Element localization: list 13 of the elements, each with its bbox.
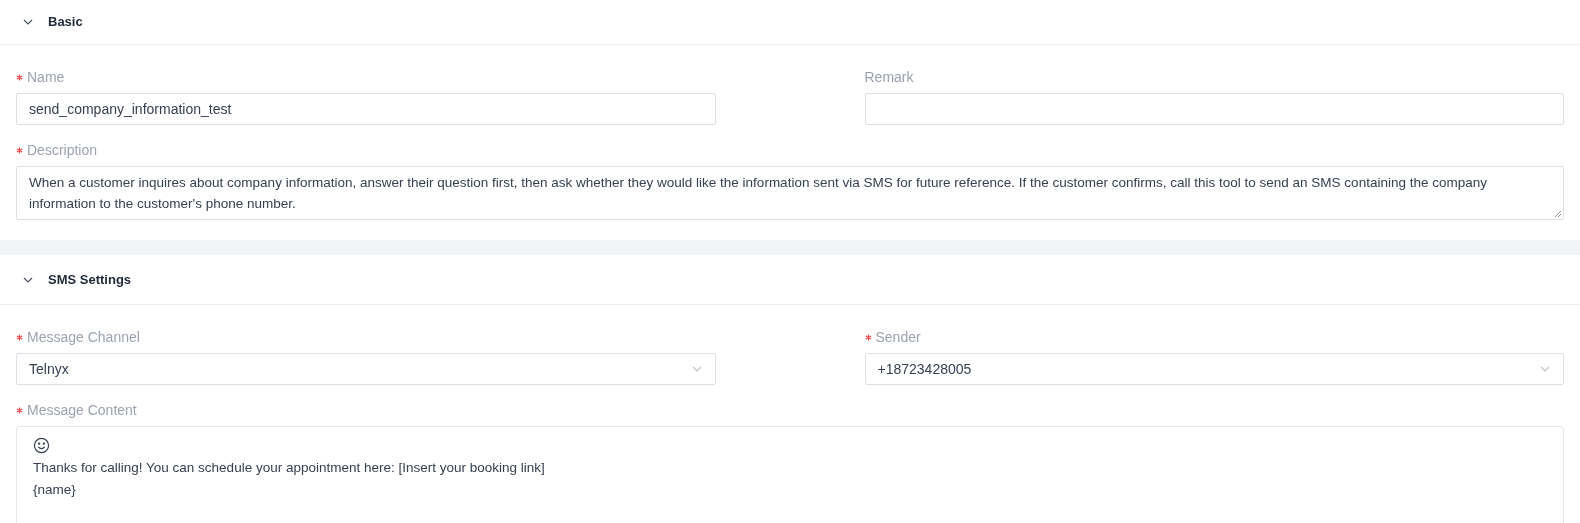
field-label: Sender	[875, 327, 921, 347]
field-label: Message Content	[27, 400, 137, 420]
section-title: Basic	[48, 13, 83, 32]
field-label: Description	[27, 140, 98, 160]
text-area[interactable]: When a customer inquires about company information, answer their question first, then ask whether they would like the information sent via SMS for future reference. If the customer confirms, call this tool to send an SMS containing the company information to the customer's phone number.	[16, 166, 1564, 220]
field-label: Remark	[864, 67, 914, 87]
message-editor[interactable]: Thanks for calling! You can schedule your appointment here: [Insert your booking link] {name}	[16, 426, 1564, 523]
input-field[interactable]: send_company_information_test	[16, 93, 716, 125]
section-title: SMS Settings	[48, 270, 132, 289]
field-label: Name	[27, 67, 65, 87]
select-field[interactable]: +18723428005	[864, 353, 1564, 385]
field-label: Message Channel	[27, 327, 140, 347]
select-field[interactable]: Telnyx	[16, 353, 716, 385]
